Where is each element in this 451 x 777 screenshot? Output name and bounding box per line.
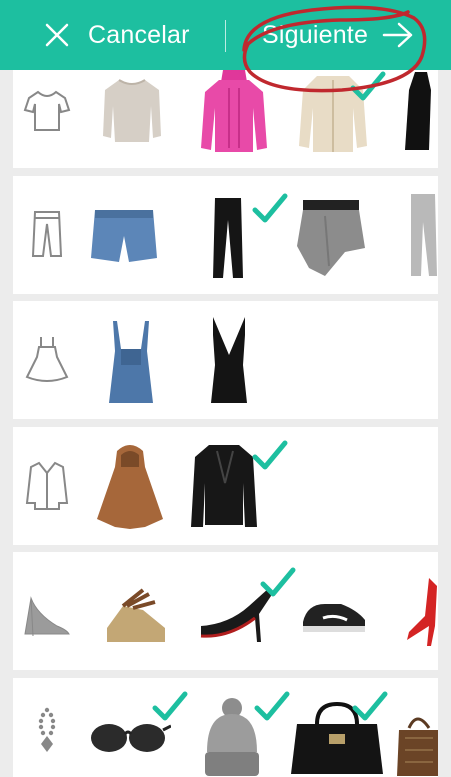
- arrow-right-icon: [382, 22, 413, 48]
- item-black-dress[interactable]: [209, 315, 249, 405]
- next-label: Siguiente: [262, 20, 369, 49]
- item-beige-sweater[interactable]: [97, 76, 167, 148]
- item-pink-sweater[interactable]: [199, 68, 269, 156]
- category-row-bottoms: [13, 176, 438, 294]
- tshirt-icon: [23, 90, 71, 131]
- item-brown-handbag[interactable]: [395, 708, 438, 777]
- item-wedge-sandal[interactable]: [103, 580, 169, 646]
- cancel-button[interactable]: Cancelar: [44, 0, 190, 70]
- close-icon: [45, 23, 69, 47]
- item-brown-cape[interactable]: [95, 441, 165, 531]
- pants-icon: [31, 211, 63, 257]
- category-row-shoes: [13, 552, 438, 670]
- item-denim-shorts[interactable]: [89, 206, 159, 266]
- item-black-top[interactable]: [403, 70, 433, 154]
- header-divider: [225, 20, 226, 52]
- checkmark-icon: [260, 567, 296, 597]
- item-denim-overalls[interactable]: [107, 319, 155, 405]
- item-grey-skirt[interactable]: [295, 196, 367, 278]
- item-black-leather-jacket[interactable]: [189, 443, 259, 531]
- checkmark-icon: [254, 691, 290, 721]
- item-sneaker[interactable]: [301, 596, 367, 636]
- high-heel-icon: [24, 596, 70, 637]
- checkmark-icon: [350, 71, 386, 101]
- item-grey-sweatpants[interactable]: [407, 192, 437, 280]
- coat-icon: [25, 461, 69, 510]
- necklace-icon: [38, 707, 56, 752]
- category-row-accessories: [13, 678, 438, 777]
- cancel-label: Cancelar: [88, 20, 190, 49]
- dress-icon: [25, 337, 69, 382]
- category-row-dresses: [13, 301, 438, 419]
- next-button[interactable]: Siguiente: [262, 0, 414, 70]
- top-bar: Cancelar Siguiente: [0, 0, 451, 70]
- category-row-outerwear: [13, 427, 438, 545]
- item-red-heels[interactable]: [405, 576, 438, 648]
- checkmark-icon: [152, 691, 188, 721]
- item-black-trousers[interactable]: [211, 196, 245, 280]
- checkmark-icon: [352, 691, 388, 721]
- checkmark-icon: [252, 440, 288, 470]
- checkmark-icon: [252, 193, 288, 223]
